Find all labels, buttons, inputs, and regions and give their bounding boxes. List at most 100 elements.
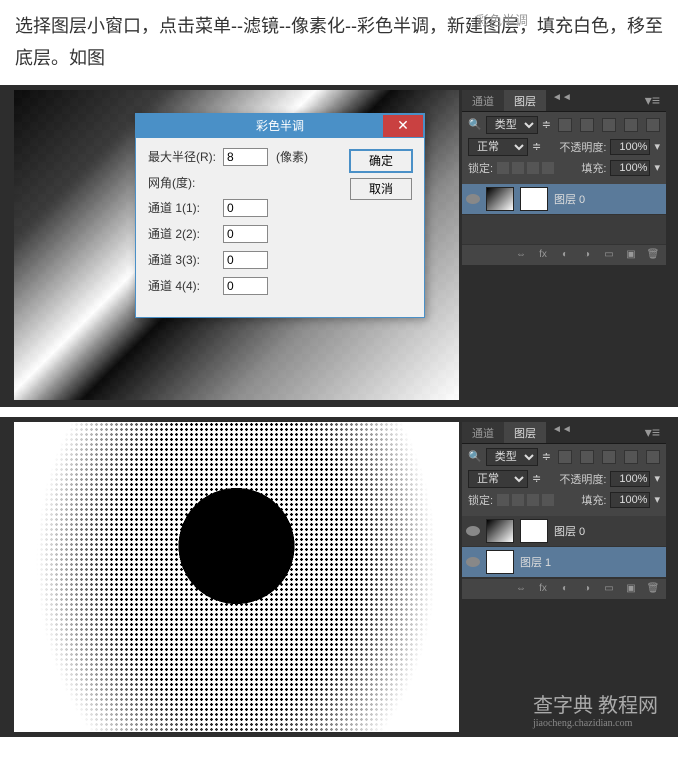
group-icon[interactable]: ▭ — [602, 249, 616, 261]
chevron-down-icon: ≑ — [532, 472, 541, 485]
lock-transparent-icon[interactable] — [497, 494, 509, 506]
adjustment-icon[interactable]: ◑ — [580, 583, 594, 595]
chevron-down-icon: ▾ — [654, 140, 660, 153]
fx-icon[interactable]: fx — [536, 583, 550, 595]
tab-channels[interactable]: 通道 — [462, 422, 504, 443]
layer-row[interactable]: 图层 0 — [462, 516, 666, 547]
instruction-text: 选择图层小窗口，点击菜单--滤镜--像素化--彩色半调，新建图层，填充白色，移至… — [0, 0, 678, 85]
layer-row[interactable]: 图层 0 — [462, 184, 666, 215]
panel-footer: ⇔ fx ◐ ◑ ▭ ▣ 🗑 — [462, 578, 666, 599]
visibility-icon[interactable] — [466, 557, 480, 567]
filter-shape-icon[interactable] — [624, 118, 638, 132]
blend-mode-select[interactable]: 正常 — [468, 138, 528, 156]
cancel-button[interactable]: 取消 — [350, 178, 412, 200]
link-layers-icon[interactable]: ⇔ — [514, 249, 528, 261]
screenshot-1: 彩色半调 ✕ 最大半径(R): (像素) 网角(度): 通道 1(1): 通道 … — [0, 85, 678, 407]
dialog-body: 最大半径(R): (像素) 网角(度): 通道 1(1): 通道 2(2): 通… — [136, 138, 424, 317]
link-layers-icon[interactable]: ⇔ — [514, 583, 528, 595]
group-icon[interactable]: ▭ — [602, 583, 616, 595]
channel1-input[interactable] — [223, 199, 268, 217]
max-radius-input[interactable] — [223, 148, 268, 166]
angle-label: 网角(度): — [148, 174, 223, 191]
filter-type-select[interactable]: 类型 — [486, 448, 538, 466]
search-icon: 🔍 — [468, 450, 482, 463]
panel-footer: ⇔ fx ◐ ◑ ▭ ▣ 🗑 — [462, 244, 666, 265]
filter-text-icon[interactable] — [602, 450, 616, 464]
layer-mask-thumbnail[interactable] — [520, 187, 548, 211]
visibility-icon[interactable] — [466, 526, 480, 536]
lock-all-icon[interactable] — [542, 494, 554, 506]
close-icon: ✕ — [397, 117, 409, 134]
channel3-label: 通道 3(3): — [148, 251, 223, 268]
canvas-area[interactable] — [14, 422, 459, 732]
adjustment-icon[interactable]: ◑ — [580, 249, 594, 261]
lock-pixels-icon[interactable] — [512, 162, 524, 174]
chevron-down-icon: ≑ — [532, 140, 541, 153]
lock-pixels-icon[interactable] — [512, 494, 524, 506]
filter-adjust-icon[interactable] — [580, 118, 594, 132]
layer-thumbnail[interactable] — [486, 550, 514, 574]
layer-thumbnail[interactable] — [486, 187, 514, 211]
layer-mask-thumbnail[interactable] — [520, 519, 548, 543]
lock-all-icon[interactable] — [542, 162, 554, 174]
panel-collapse-icon[interactable]: ◄◄ — [546, 90, 578, 111]
channel3-input[interactable] — [223, 251, 268, 269]
chevron-down-icon: ▾ — [654, 161, 660, 174]
color-halftone-dialog: 彩色半调 ✕ 最大半径(R): (像素) 网角(度): 通道 1(1): 通道 … — [135, 113, 425, 318]
mask-icon[interactable]: ◐ — [558, 583, 572, 595]
fill-input[interactable] — [610, 492, 650, 508]
filter-adjust-icon[interactable] — [580, 450, 594, 464]
lock-position-icon[interactable] — [527, 162, 539, 174]
layer-name[interactable]: 图层 0 — [554, 191, 585, 207]
layer-row[interactable]: 图层 1 — [462, 547, 666, 578]
panel-menu-icon[interactable]: ▾≡ — [639, 90, 666, 111]
new-layer-icon[interactable]: ▣ — [624, 583, 638, 595]
panel-menu-icon[interactable]: ▾≡ — [639, 422, 666, 443]
chevron-down-icon: ▾ — [654, 472, 660, 485]
filter-smart-icon[interactable] — [646, 118, 660, 132]
blend-mode-select[interactable]: 正常 — [468, 470, 528, 488]
lock-label: 锁定: — [468, 492, 493, 508]
filter-text-icon[interactable] — [602, 118, 616, 132]
fx-icon[interactable]: fx — [536, 249, 550, 261]
fill-input[interactable] — [610, 160, 650, 176]
max-radius-label: 最大半径(R): — [148, 148, 223, 165]
lock-transparent-icon[interactable] — [497, 162, 509, 174]
close-button[interactable]: ✕ — [383, 115, 423, 137]
dialog-titlebar[interactable]: 彩色半调 ✕ — [136, 114, 424, 138]
ok-button[interactable]: 确定 — [350, 150, 412, 172]
panel-collapse-icon[interactable]: ◄◄ — [546, 422, 578, 443]
layer-thumbnail[interactable] — [486, 519, 514, 543]
new-layer-icon[interactable]: ▣ — [624, 249, 638, 261]
filter-pixel-icon[interactable] — [558, 450, 572, 464]
opacity-input[interactable] — [610, 471, 650, 487]
layer-name[interactable]: 图层 0 — [554, 523, 585, 539]
tab-layers[interactable]: 图层 — [504, 90, 546, 111]
tab-channels[interactable]: 通道 — [462, 90, 504, 111]
watermark: 查字典 教程网 jiaocheng.chazidian.com — [533, 689, 658, 729]
screenshot-2: 通道 图层 ◄◄ ▾≡ 🔍 类型 ≑ 正常 ≑ 不透明度: — [0, 417, 678, 737]
channel4-input[interactable] — [223, 277, 268, 295]
delete-icon[interactable]: 🗑 — [646, 249, 660, 261]
chevron-down-icon: ≑ — [542, 450, 551, 463]
channel1-label: 通道 1(1): — [148, 199, 223, 216]
opacity-label: 不透明度: — [559, 139, 606, 155]
visibility-icon[interactable] — [466, 194, 480, 204]
filter-smart-icon[interactable] — [646, 450, 660, 464]
fill-label: 填充: — [581, 160, 606, 176]
lock-position-icon[interactable] — [527, 494, 539, 506]
opacity-input[interactable] — [610, 139, 650, 155]
filter-shape-icon[interactable] — [624, 450, 638, 464]
mask-icon[interactable]: ◐ — [558, 249, 572, 261]
filter-pixel-icon[interactable] — [558, 118, 572, 132]
channel4-label: 通道 4(4): — [148, 277, 223, 294]
fill-label: 填充: — [581, 492, 606, 508]
filter-type-select[interactable]: 类型 — [486, 116, 538, 134]
channel2-input[interactable] — [223, 225, 268, 243]
chevron-down-icon: ≑ — [542, 118, 551, 131]
halftone-result-image — [14, 422, 459, 732]
chevron-down-icon: ▾ — [654, 493, 660, 506]
delete-icon[interactable]: 🗑 — [646, 583, 660, 595]
layer-name[interactable]: 图层 1 — [520, 554, 551, 570]
tab-layers[interactable]: 图层 — [504, 422, 546, 443]
